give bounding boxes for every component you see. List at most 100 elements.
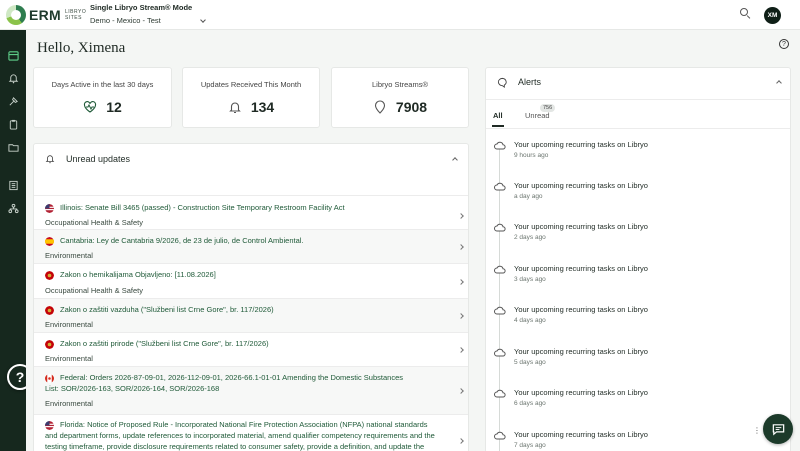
cloud-icon: [494, 348, 506, 357]
update-title: Zakon o zaštiti vazduha ("Službeni list …: [60, 305, 274, 314]
update-item[interactable]: Zakon o zaštiti prirode ("Službeni list …: [34, 332, 468, 366]
top-bar: ERM LIBRYO SITES Single Libryo Stream® M…: [0, 0, 800, 30]
alert-title: Your upcoming recurring tasks on Libryo: [514, 388, 648, 397]
unread-updates-panel: Unread updates Illinois: Senate Bill 346…: [33, 143, 469, 451]
alert-time: 7 days ago: [514, 442, 546, 449]
cloud-icon: [494, 223, 506, 232]
alerts-panel: Alerts All Unread 756 Your upcoming recu…: [485, 67, 791, 451]
stat-card-days-active: Days Active in the last 30 days 12: [33, 67, 172, 128]
panel-title: Alerts: [518, 77, 542, 87]
tab-all-underline: [492, 125, 504, 127]
alert-time: 2 days ago: [514, 234, 546, 241]
list-icon[interactable]: [7, 179, 19, 191]
sitemap-icon[interactable]: [7, 202, 19, 214]
update-category: Environmental: [45, 320, 93, 329]
update-category: Occupational Health & Safety: [45, 286, 143, 295]
search-icon[interactable]: [740, 8, 750, 18]
stat-label: Days Active in the last 30 days: [51, 80, 154, 89]
alert-time: 9 hours ago: [514, 152, 549, 159]
stat-label: Updates Received This Month: [200, 80, 302, 89]
cloud-icon: [494, 306, 506, 315]
erm-logo[interactable]: ERM LIBRYO SITES: [6, 5, 86, 25]
update-title: Federal: Orders 2026-87-09-01, 2026-112-…: [60, 373, 403, 382]
alert-time: a day ago: [514, 193, 543, 200]
chevron-right-icon: [458, 388, 464, 394]
avatar[interactable]: XM: [764, 7, 781, 24]
logo-sub-line2: SITES: [65, 15, 82, 21]
ca-flag-icon: [45, 374, 54, 383]
update-title-line2: and department forms, update references …: [45, 431, 435, 440]
stat-value: 7908: [395, 99, 428, 115]
us-flag-icon: [45, 421, 54, 430]
update-title: Florida: Notice of Proposed Rule - Incor…: [60, 420, 428, 429]
alert-time: 3 days ago: [514, 276, 546, 283]
stat-label: Libryo Streams®: [372, 80, 428, 89]
update-title: Cantabria: Ley de Cantabria 9/2026, de 2…: [60, 236, 304, 245]
alert-time: 4 days ago: [514, 317, 546, 324]
chevron-up-icon[interactable]: [452, 157, 458, 163]
stat-card-streams: Libryo Streams® 7908: [331, 67, 469, 128]
clipboard-icon[interactable]: [7, 118, 19, 130]
chevron-right-icon: [458, 347, 464, 353]
logo-subtext: LIBRYO SITES: [65, 9, 86, 21]
bell-icon: [228, 102, 241, 113]
panel-title: Unread updates: [66, 154, 131, 164]
alert-time: 6 days ago: [514, 400, 546, 407]
chat-button[interactable]: [763, 414, 793, 444]
update-item[interactable]: Cantabria: Ley de Cantabria 9/2026, de 2…: [34, 229, 468, 263]
me-flag-icon: [45, 306, 54, 315]
alert-time: 5 days ago: [514, 359, 546, 366]
tab-unread[interactable]: Unread: [525, 111, 550, 120]
stream-selector[interactable]: Demo - Mexico - Test: [90, 16, 206, 25]
stat-card-updates: Updates Received This Month 134: [182, 67, 320, 128]
logo-mark-icon: [6, 5, 26, 25]
logo-text: ERM: [29, 7, 62, 23]
chevron-right-icon: [458, 279, 464, 285]
calendar-icon[interactable]: [7, 49, 19, 61]
stat-value: 134: [250, 99, 275, 115]
stream-mode: Single Libryo Stream® Mode Demo - Mexico…: [90, 3, 206, 25]
location-pin-icon: [374, 100, 385, 114]
alert-title: Your upcoming recurring tasks on Libryo: [514, 347, 648, 356]
us-flag-icon: [45, 204, 54, 213]
update-category: Environmental: [45, 251, 93, 260]
update-title-line3: testing timeframe, provide disclosure re…: [45, 442, 425, 451]
update-item[interactable]: Zakon o hemikalijama Objavljeno: [11.08.…: [34, 263, 468, 298]
hammer-icon[interactable]: [7, 95, 19, 107]
cloud-icon: [494, 389, 506, 398]
update-item[interactable]: Federal: Orders 2026-87-09-01, 2026-112-…: [34, 366, 468, 414]
me-flag-icon: [45, 340, 54, 349]
update-title: Illinois: Senate Bill 3465 (passed) - Co…: [60, 203, 345, 212]
tab-all[interactable]: All: [493, 111, 503, 120]
update-category: Occupational Health & Safety: [45, 218, 143, 227]
update-title: Zakon o hemikalijama Objavljeno: [11.08.…: [60, 270, 216, 279]
alert-title: Your upcoming recurring tasks on Libryo: [514, 430, 648, 439]
bell-icon[interactable]: [7, 72, 19, 84]
chevron-down-icon: [199, 16, 206, 23]
update-title: Zakon o zaštiti prirode ("Službeni list …: [60, 339, 269, 348]
me-flag-icon: [45, 271, 54, 280]
alert-title: Your upcoming recurring tasks on Libryo: [514, 140, 648, 149]
folder-icon[interactable]: [7, 141, 19, 153]
chevron-right-icon: [458, 438, 464, 444]
update-title-line2: List: SOR/2026-163, SOR/2026-164, SOR/20…: [45, 384, 220, 393]
help-circle-icon[interactable]: ?: [779, 39, 789, 49]
stat-value: 12: [106, 99, 122, 115]
chat-icon: [772, 423, 784, 435]
alert-title: Your upcoming recurring tasks on Libryo: [514, 222, 648, 231]
mode-title: Single Libryo Stream® Mode: [90, 3, 193, 12]
update-item[interactable]: Illinois: Senate Bill 3465 (passed) - Co…: [34, 195, 468, 229]
alert-title: Your upcoming recurring tasks on Libryo: [514, 264, 648, 273]
chevron-up-icon[interactable]: [776, 80, 782, 86]
update-item[interactable]: Zakon o zaštiti vazduha ("Službeni list …: [34, 298, 468, 332]
update-category: Environmental: [45, 354, 93, 363]
update-item[interactable]: Florida: Notice of Proposed Rule - Incor…: [34, 414, 468, 451]
alert-title: Your upcoming recurring tasks on Libryo: [514, 305, 648, 314]
chat-bubble-icon: [497, 77, 507, 88]
cloud-icon: [494, 141, 506, 150]
unread-count-badge: 756: [540, 104, 556, 112]
heart-pulse-icon: [84, 101, 97, 113]
alerts-timeline: [499, 149, 500, 451]
main-content: Hello, Ximena ? Days Active in the last …: [26, 30, 800, 451]
page-title: Hello, Ximena: [37, 40, 126, 56]
